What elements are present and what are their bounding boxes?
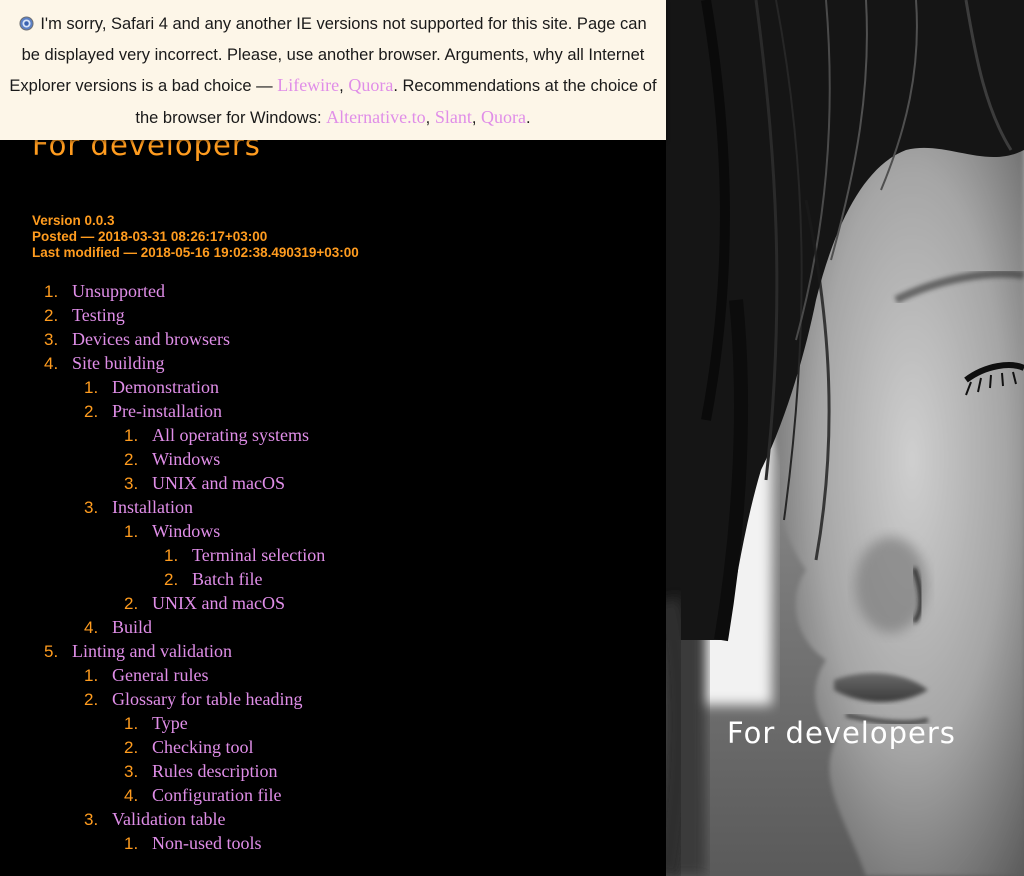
browser-warning-banner: I'm sorry, Safari 4 and any another IE v… (0, 0, 666, 140)
toc-number: 2. (84, 690, 99, 709)
toc-number: 3. (44, 330, 59, 349)
toc-item: 2. Windows (124, 447, 325, 471)
post-meta: Version 0.0.3 Posted — 2018-03-31 08:26:… (32, 213, 359, 261)
toc-number: 1. (44, 282, 59, 301)
toc-item: 2. Checking tool (124, 735, 325, 759)
toc-item: 3. UNIX and macOS (124, 471, 325, 495)
toc-item: 2. Testing (44, 303, 325, 327)
toc-link-devices-and-browsers[interactable]: Devices and browsers (72, 329, 230, 349)
toc-number: 2. (84, 402, 99, 421)
toc-link-configuration-file[interactable]: Configuration file (152, 785, 281, 805)
toc-item: 1. Terminal selection (164, 543, 325, 567)
toc-item: 1. Demonstration (84, 375, 325, 399)
toc-number: 1. (124, 426, 139, 445)
toc-link-installation[interactable]: Installation (112, 497, 193, 517)
toc-number: 3. (124, 762, 139, 781)
toc-link-unsupported[interactable]: Unsupported (72, 281, 165, 301)
toc-number: 1. (124, 714, 139, 733)
toc-number: 2. (164, 570, 179, 589)
toc-item: 1. All operating systems (124, 423, 325, 447)
toc-item: 2. UNIX and macOS (124, 591, 325, 615)
toc-item: 3. Rules description (124, 759, 325, 783)
table-of-contents: 1. Unsupported 2. Testing 3. Devices and br… (44, 279, 325, 855)
toc-sublist: 1. Demonstration 2. Pre-installation 1. All… (44, 375, 325, 639)
toc-link-pre-installation[interactable]: Pre-installation (112, 401, 222, 421)
toc-link-non-used-tools[interactable]: Non-used tools (152, 833, 262, 853)
toc-number: 3. (84, 498, 99, 517)
toc-number: 3. (84, 810, 99, 829)
toc-item: 1. Unsupported (44, 279, 325, 303)
toc-number: 2. (124, 594, 139, 613)
toc-sublist: 1. Type 2. Checking tool 3. Rules descripti… (84, 711, 325, 807)
modified-date: Last modified — 2018-05-16 19:02:38.4903… (32, 245, 359, 260)
page: For developers Version 0.0.3 Posted — 20… (0, 0, 1024, 876)
toc-number: 1. (84, 666, 99, 685)
toc-number: 2. (124, 450, 139, 469)
toc-list: 1. Unsupported 2. Testing 3. Devices and br… (44, 279, 325, 855)
link-slant[interactable]: Slant (435, 107, 472, 127)
toc-link-type[interactable]: Type (152, 713, 188, 733)
toc-item: 2. Glossary for table heading 1. Type 2. Ch… (84, 687, 325, 807)
toc-number: 5. (44, 642, 59, 661)
banner-separator: , (471, 108, 477, 127)
toc-item: 1. Windows 1. Terminal selection 2. Batch f… (124, 519, 325, 591)
browser-globe-icon (19, 16, 34, 31)
toc-item: 3. Validation table 1. Non-used tools (84, 807, 325, 855)
toc-sublist: 1. Windows 1. Terminal selection 2. Batch f… (84, 519, 325, 615)
toc-link-windows[interactable]: Windows (152, 449, 220, 469)
toc-number: 3. (124, 474, 139, 493)
banner-separator: , (339, 77, 344, 95)
toc-item: 1. General rules (84, 663, 325, 687)
toc-link-glossary-for-table-heading[interactable]: Glossary for table heading (112, 689, 302, 709)
toc-item: 1. Type (124, 711, 325, 735)
link-quora-2[interactable]: Quora (481, 107, 526, 127)
toc-sublist: 1. General rules 2. Glossary for table hea… (44, 663, 325, 855)
toc-number: 4. (44, 354, 59, 373)
toc-number: 1. (124, 522, 139, 541)
toc-item: 3. Devices and browsers (44, 327, 325, 351)
toc-link-batch-file[interactable]: Batch file (192, 569, 262, 589)
toc-number: 1. (124, 834, 139, 853)
toc-number: 4. (124, 786, 139, 805)
toc-number: 1. (164, 546, 179, 565)
toc-link-build[interactable]: Build (112, 617, 152, 637)
toc-item: 1. Non-used tools (124, 831, 325, 855)
link-alternativeto[interactable]: Alternative.to (326, 107, 425, 127)
link-quora-1[interactable]: Quora (348, 75, 393, 95)
toc-link-testing[interactable]: Testing (72, 305, 125, 325)
toc-link-unix-and-macos[interactable]: UNIX and macOS (152, 473, 285, 493)
toc-link-installation-windows[interactable]: Windows (152, 521, 220, 541)
toc-item: 3. Installation 1. Windows 1. Terminal sele… (84, 495, 325, 615)
toc-link-linting-and-validation[interactable]: Linting and validation (72, 641, 232, 661)
banner-text-end: . (526, 108, 531, 127)
toc-item: 5. Linting and validation 1. General rules… (44, 639, 325, 855)
version-label: Version 0.0.3 (32, 213, 115, 228)
toc-sublist: 1. Non-used tools (84, 831, 325, 855)
toc-link-installation-unix-and-macos[interactable]: UNIX and macOS (152, 593, 285, 613)
toc-item: 4. Build (84, 615, 325, 639)
banner-separator: , (425, 108, 431, 127)
toc-link-general-rules[interactable]: General rules (112, 665, 208, 685)
toc-sublist: 1. Terminal selection 2. Batch file (124, 543, 325, 591)
toc-item: 2. Pre-installation 1. All operating syste… (84, 399, 325, 495)
toc-link-checking-tool[interactable]: Checking tool (152, 737, 254, 757)
toc-link-terminal-selection[interactable]: Terminal selection (192, 545, 325, 565)
toc-item: 2. Batch file (164, 567, 325, 591)
hero-title: For developers (727, 716, 956, 750)
toc-number: 1. (84, 378, 99, 397)
toc-number: 4. (84, 618, 99, 637)
toc-item: 4. Configuration file (124, 783, 325, 807)
toc-number: 2. (124, 738, 139, 757)
toc-link-demonstration[interactable]: Demonstration (112, 377, 219, 397)
toc-item: 4. Site building 1. Demonstration 2. Pre-in… (44, 351, 325, 639)
toc-sublist: 1. All operating systems 2. Windows 3. UNIX… (84, 423, 325, 495)
toc-link-all-operating-systems[interactable]: All operating systems (152, 425, 309, 445)
link-lifewire[interactable]: Lifewire (277, 75, 339, 95)
toc-number: 2. (44, 306, 59, 325)
toc-link-rules-description[interactable]: Rules description (152, 761, 277, 781)
posted-date: Posted — 2018-03-31 08:26:17+03:00 (32, 229, 268, 244)
toc-link-site-building[interactable]: Site building (72, 353, 165, 373)
toc-link-validation-table[interactable]: Validation table (112, 809, 225, 829)
